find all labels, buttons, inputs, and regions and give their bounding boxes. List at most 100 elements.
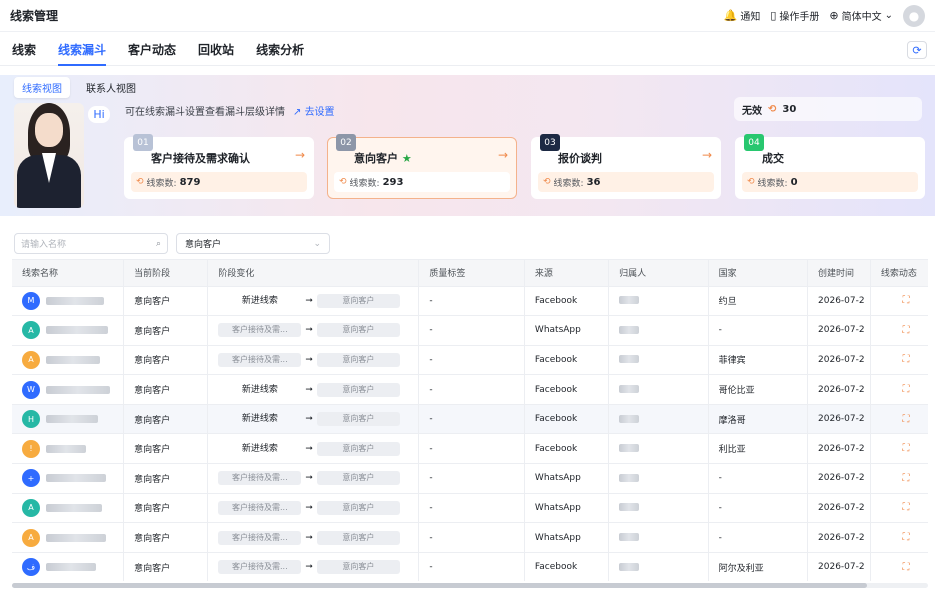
arrow-right-icon: → — [294, 148, 305, 162]
lead-name-cell[interactable]: ف — [12, 552, 125, 581]
created-cell: 2026-07-2 — [807, 286, 871, 317]
scrollbar-thumb[interactable] — [12, 583, 867, 588]
funnel-stage-card[interactable]: 03 报价谈判 → ⟲ 线索数: 36 — [531, 134, 721, 199]
created-cell: 2026-07-2 — [807, 315, 871, 346]
tab-1[interactable]: 线索漏斗 — [58, 34, 107, 66]
column-header[interactable]: 阶段变化 — [207, 260, 420, 287]
table-row[interactable]: H 意向客户 新进线索 ➞ 意向客户 - Facebook 摩洛哥 2026-07-… — [12, 404, 928, 435]
table-row[interactable]: W 意向客户 新进线索 ➞ 意向客户 - Facebook 哥伦比亚 2026-07… — [12, 374, 928, 405]
table-row[interactable]: ! 意向客户 新进线索 ➞ 意向客户 - Facebook 利比亚 2026-07-… — [12, 433, 928, 465]
funnel-stage-card[interactable]: 01 客户接待及需求确认 → ⟲ 线索数: 879 — [124, 134, 314, 199]
table-row[interactable]: M 意向客户 新进线索 ➞ 意向客户 - Facebook 约旦 2026-07-2… — [12, 286, 928, 317]
table-row[interactable]: A 意向客户 客户接待及需... ➞ 意向客户 - WhatsApp - 2026-… — [12, 522, 928, 553]
lead-name-redacted — [46, 415, 98, 424]
link-icon: ⟲ — [339, 177, 347, 187]
lead-activity-button[interactable]: ⛶ — [870, 433, 928, 465]
invalid-leads[interactable]: 无效 ⟲ 30 — [734, 97, 922, 121]
lead-activity-button[interactable]: ⛶ — [870, 374, 928, 405]
table-row[interactable]: A 意向客户 客户接待及需... ➞ 意向客户 - WhatsApp - 2026-… — [12, 493, 928, 524]
lead-activity-button[interactable]: ⛶ — [870, 552, 928, 581]
quality-cell: - — [418, 345, 525, 376]
lead-name-cell[interactable]: H — [12, 404, 125, 435]
search-input[interactable]: 请输入名称 ⌕ — [14, 233, 168, 254]
arrow-right-icon: ➞ — [305, 295, 313, 306]
column-header[interactable]: 国家 — [708, 260, 809, 287]
manual-button[interactable]: ▯ 操作手册 — [770, 8, 819, 23]
chevron-down-icon: ⌄ — [313, 238, 321, 249]
lead-activity-button[interactable]: ⛶ — [870, 493, 928, 524]
arrow-right-icon: → — [701, 148, 712, 162]
horizontal-scrollbar[interactable] — [12, 583, 928, 588]
user-avatar[interactable]: ● — [903, 4, 925, 27]
quality-cell: - — [418, 404, 525, 435]
funnel-stage-card[interactable]: 04 成交 ⟲ 线索数: 0 — [735, 134, 925, 199]
lead-name-cell[interactable]: ! — [12, 433, 125, 465]
view-tab-1[interactable]: 联系人视图 — [78, 77, 144, 98]
view-tab-0[interactable]: 线索视图 — [14, 77, 70, 98]
table-row[interactable]: ف 意向客户 客户接待及需... ➞ 意向客户 - Facebook 阿尔及利亚 2… — [12, 552, 928, 581]
count-value: 0 — [790, 176, 798, 188]
column-header[interactable]: 质量标签 — [418, 260, 525, 287]
column-header[interactable]: 线索名称 — [12, 260, 125, 287]
tab-3[interactable]: 回收站 — [198, 34, 234, 66]
column-header[interactable]: 归属人 — [608, 260, 709, 287]
lead-activity-button[interactable]: ⛶ — [870, 315, 928, 346]
lead-activity-button[interactable]: ⛶ — [870, 463, 928, 494]
table-row[interactable]: + 意向客户 客户接待及需... ➞ 意向客户 - WhatsApp - 2026-… — [12, 463, 928, 494]
owner-cell — [608, 315, 709, 346]
stage-change-cell: 客户接待及需... ➞ 意向客户 — [207, 552, 420, 581]
app-title: 线索管理 — [10, 9, 59, 23]
activity-icon: ⛶ — [902, 532, 910, 544]
owner-redacted — [619, 385, 640, 394]
notification-button[interactable]: 🔔 通知 — [724, 8, 761, 23]
lead-activity-button[interactable]: ⛶ — [870, 286, 928, 317]
lead-name-cell[interactable]: A — [12, 315, 125, 346]
lead-activity-button[interactable]: ⛶ — [870, 404, 928, 435]
goto-settings-link[interactable]: ↗ 去设置 — [293, 103, 335, 118]
funnel-stage-card[interactable]: 02 意向客户 ★ → ⟲ 线索数: 293 — [327, 134, 517, 199]
column-header[interactable]: 当前阶段 — [123, 260, 209, 287]
quality-cell: - — [418, 552, 525, 581]
count-label: 线索数: — [757, 178, 788, 189]
lead-name-cell[interactable]: M — [12, 286, 125, 317]
refresh-button[interactable]: ⟳ — [907, 41, 927, 59]
tab-2[interactable]: 客户动态 — [128, 34, 176, 66]
lead-avatar: M — [22, 291, 40, 310]
owner-redacted — [619, 562, 640, 571]
arrow-right-icon: ➞ — [305, 443, 313, 454]
tab-0[interactable]: 线索 — [12, 34, 36, 66]
arrow-right-icon: ➞ — [305, 325, 313, 336]
from-stage: 客户接待及需... — [218, 500, 302, 515]
table-row[interactable]: A 意向客户 客户接待及需... ➞ 意向客户 - WhatsApp - 2026-… — [12, 315, 928, 346]
to-stage: 意向客户 — [316, 382, 400, 397]
lead-name-cell[interactable]: A — [12, 493, 125, 524]
lead-name-redacted — [46, 533, 106, 542]
created-cell: 2026-07-2 — [807, 345, 871, 376]
tab-4[interactable]: 线索分析 — [256, 34, 304, 66]
table-row[interactable]: A 意向客户 客户接待及需... ➞ 意向客户 - Facebook 菲律宾 202… — [12, 345, 928, 376]
owner-cell — [608, 374, 709, 405]
stage-change-cell: 客户接待及需... ➞ 意向客户 — [207, 522, 420, 553]
to-stage: 意向客户 — [316, 530, 400, 545]
quality-cell: - — [418, 315, 525, 346]
language-select[interactable]: ⊕ 简体中文 ⌄ — [829, 8, 893, 23]
lead-activity-button[interactable]: ⛶ — [870, 522, 928, 553]
lead-name-cell[interactable]: + — [12, 463, 125, 494]
lead-name-cell[interactable]: W — [12, 374, 125, 405]
stage-cell: 意向客户 — [123, 286, 209, 317]
stage-select[interactable]: 意向客户 ⌄ — [176, 233, 330, 254]
stage-cell: 意向客户 — [123, 315, 209, 346]
link-icon: ⟲ — [768, 103, 777, 115]
arrow-right-icon: ➞ — [305, 532, 313, 543]
stage-cell: 意向客户 — [123, 522, 209, 553]
column-header[interactable]: 线索动态 — [870, 260, 928, 287]
language-label: 简体中文 — [841, 12, 882, 23]
owner-redacted — [619, 414, 640, 423]
lead-name-cell[interactable]: A — [12, 345, 125, 376]
created-cell: 2026-07-2 — [807, 522, 871, 553]
from-stage: 新进线索 — [241, 384, 278, 395]
column-header[interactable]: 创建时间 — [807, 260, 871, 287]
column-header[interactable]: 来源 — [524, 260, 610, 287]
lead-name-cell[interactable]: A — [12, 522, 125, 553]
lead-activity-button[interactable]: ⛶ — [870, 345, 928, 376]
